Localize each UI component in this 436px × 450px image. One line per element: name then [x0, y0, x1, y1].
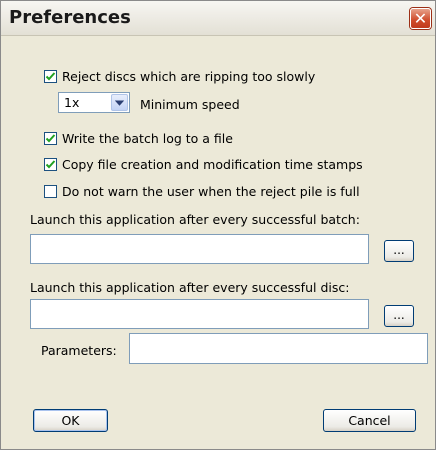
ok-label: OK	[61, 413, 80, 428]
checkmark-icon	[45, 134, 56, 143]
parameters-label: Parameters:	[41, 343, 117, 358]
browse-ellipsis: ...	[393, 243, 405, 257]
batch-log-checkbox[interactable]	[44, 132, 57, 145]
checkmark-icon	[45, 160, 56, 169]
no-warn-label: Do not warn the user when the reject pil…	[62, 184, 360, 199]
close-button[interactable]: ✕	[410, 8, 431, 29]
cancel-label: Cancel	[348, 413, 391, 428]
launch-batch-input[interactable]	[30, 234, 369, 264]
cancel-button[interactable]: Cancel	[323, 409, 416, 432]
launch-disc-browse-button[interactable]: ...	[384, 305, 414, 327]
launch-disc-label: Launch this application after every succ…	[30, 280, 350, 295]
close-icon: ✕	[413, 8, 428, 28]
batch-log-option[interactable]: Write the batch log to a file	[44, 131, 233, 146]
reject-slow-checkbox[interactable]	[44, 70, 57, 83]
launch-disc-input[interactable]	[30, 299, 369, 329]
minimum-speed-value: 1x	[64, 95, 80, 110]
launch-batch-label: Launch this application after every succ…	[30, 212, 360, 227]
copy-timestamps-checkbox[interactable]	[44, 158, 57, 171]
launch-batch-browse-button[interactable]: ...	[384, 240, 414, 262]
browse-ellipsis: ...	[393, 308, 405, 322]
no-warn-option[interactable]: Do not warn the user when the reject pil…	[44, 184, 360, 199]
preferences-dialog: Preferences ✕ Reject discs which are rip…	[0, 0, 436, 450]
checkmark-icon	[45, 72, 56, 81]
title-bar[interactable]: Preferences ✕	[1, 1, 435, 36]
dialog-title: Preferences	[9, 7, 131, 28]
dropdown-arrow-button[interactable]	[111, 94, 128, 111]
chevron-down-icon	[115, 99, 124, 106]
copy-timestamps-option[interactable]: Copy file creation and modification time…	[44, 157, 363, 172]
reject-slow-option[interactable]: Reject discs which are ripping too slowl…	[44, 69, 315, 84]
ok-button[interactable]: OK	[33, 409, 108, 432]
reject-slow-label: Reject discs which are ripping too slowl…	[62, 69, 316, 84]
no-warn-checkbox[interactable]	[44, 185, 57, 198]
minimum-speed-label: Minimum speed	[140, 97, 240, 112]
parameters-input[interactable]	[129, 333, 428, 364]
copy-timestamps-label: Copy file creation and modification time…	[62, 157, 363, 172]
batch-log-label: Write the batch log to a file	[62, 131, 233, 146]
minimum-speed-select[interactable]: 1x	[58, 92, 130, 113]
